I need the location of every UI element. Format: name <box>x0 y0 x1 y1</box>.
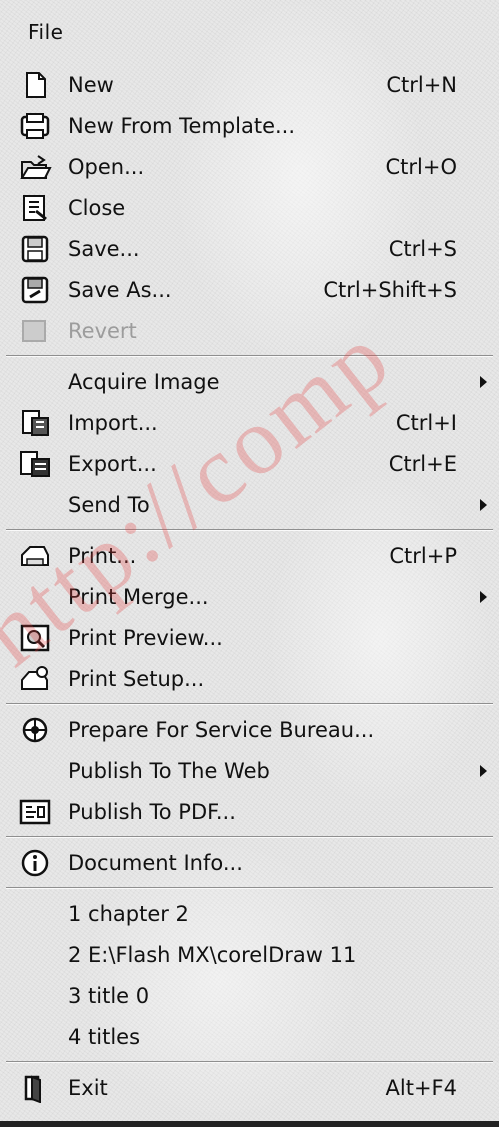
shortcut-label: Ctrl+Shift+S <box>323 277 457 302</box>
recent-file-3[interactable]: 3 title 0 <box>0 975 499 1016</box>
shortcut-label: Ctrl+E <box>388 451 457 476</box>
menu-item-label: 4 titles <box>68 1024 141 1049</box>
file-menu: New Ctrl+N New From Template... Open... … <box>0 64 499 1108</box>
menu-separator <box>0 1057 499 1067</box>
printer-icon <box>18 541 52 571</box>
save-icon <box>18 234 52 264</box>
revert-icon <box>18 316 52 346</box>
menu-item-label: 2 E:\Flash MX\corelDraw 11 <box>68 942 357 967</box>
menu-item-label: 3 title 0 <box>68 983 150 1008</box>
menu-item-label: Close <box>68 195 126 220</box>
menu-title-file[interactable]: File <box>28 20 63 44</box>
menu-item-label: Import... <box>68 410 158 435</box>
bottom-edge <box>0 1121 499 1127</box>
recent-file-1[interactable]: 1 chapter 2 <box>0 893 499 934</box>
menu-item-label: Publish To PDF... <box>68 799 236 824</box>
print-preview-icon <box>18 623 52 653</box>
menu-item-exit[interactable]: Exit Alt+F4 <box>0 1067 499 1108</box>
menu-item-document-info[interactable]: Document Info... <box>0 842 499 883</box>
close-document-icon <box>18 193 52 223</box>
template-icon <box>18 111 52 141</box>
menu-separator <box>0 832 499 842</box>
save-as-icon <box>18 275 52 305</box>
menu-item-publish-to-pdf[interactable]: Publish To PDF... <box>0 791 499 832</box>
menu-separator <box>0 883 499 893</box>
menu-item-label: Save... <box>68 236 140 261</box>
shortcut-label: Ctrl+O <box>385 154 458 179</box>
menu-item-label: Print Setup... <box>68 666 205 691</box>
menu-item-label: Print Preview... <box>68 625 223 650</box>
menu-item-label: Publish To The Web <box>68 758 270 783</box>
menu-item-label: 1 chapter 2 <box>68 901 189 926</box>
menu-separator <box>0 525 499 535</box>
menu-separator <box>0 699 499 709</box>
menu-item-acquire-image[interactable]: Acquire Image <box>0 361 499 402</box>
menu-item-label: Acquire Image <box>68 369 220 394</box>
recent-file-2[interactable]: 2 E:\Flash MX\corelDraw 11 <box>0 934 499 975</box>
info-icon <box>18 848 52 878</box>
shortcut-label: Ctrl+S <box>388 236 457 261</box>
menu-item-import[interactable]: Import... Ctrl+I <box>0 402 499 443</box>
menu-item-label: Prepare For Service Bureau... <box>68 717 375 742</box>
menu-item-revert: Revert <box>0 310 499 351</box>
menu-item-label: Document Info... <box>68 850 243 875</box>
recent-file-4[interactable]: 4 titles <box>0 1016 499 1057</box>
pdf-icon <box>18 797 52 827</box>
submenu-arrow-icon <box>480 498 487 511</box>
menu-item-label: Print Merge... <box>68 584 209 609</box>
menu-item-print[interactable]: Print... Ctrl+P <box>0 535 499 576</box>
submenu-arrow-icon <box>480 375 487 388</box>
menu-item-close[interactable]: Close <box>0 187 499 228</box>
menu-item-print-preview[interactable]: Print Preview... <box>0 617 499 658</box>
menu-item-publish-to-the-web[interactable]: Publish To The Web <box>0 750 499 791</box>
menu-item-label: Export... <box>68 451 157 476</box>
menu-item-open[interactable]: Open... Ctrl+O <box>0 146 499 187</box>
menu-separator <box>0 351 499 361</box>
menu-item-label: Send To <box>68 492 150 517</box>
menu-item-send-to[interactable]: Send To <box>0 484 499 525</box>
shortcut-label: Ctrl+N <box>386 72 457 97</box>
menu-item-label: Save As... <box>68 277 172 302</box>
menu-item-prepare-for-service-bureau[interactable]: Prepare For Service Bureau... <box>0 709 499 750</box>
menu-item-save-as[interactable]: Save As... Ctrl+Shift+S <box>0 269 499 310</box>
submenu-arrow-icon <box>480 590 487 603</box>
menu-item-new-from-template[interactable]: New From Template... <box>0 105 499 146</box>
print-setup-icon <box>18 664 52 694</box>
menu-item-label: Open... <box>68 154 145 179</box>
menu-item-new[interactable]: New Ctrl+N <box>0 64 499 105</box>
export-icon <box>18 449 52 479</box>
menu-item-label: New From Template... <box>68 113 296 138</box>
menu-item-label: Print... <box>68 543 137 568</box>
shortcut-label: Ctrl+I <box>395 410 457 435</box>
new-document-icon <box>18 70 52 100</box>
menu-item-export[interactable]: Export... Ctrl+E <box>0 443 499 484</box>
menu-item-label: Revert <box>68 318 137 343</box>
menu-item-print-merge[interactable]: Print Merge... <box>0 576 499 617</box>
import-icon <box>18 408 52 438</box>
menu-item-label: New <box>68 72 114 97</box>
service-bureau-icon <box>18 715 52 745</box>
shortcut-label: Alt+F4 <box>385 1075 457 1100</box>
shortcut-label: Ctrl+P <box>389 543 457 568</box>
exit-icon <box>18 1073 52 1103</box>
open-folder-icon <box>18 152 52 182</box>
menu-item-save[interactable]: Save... Ctrl+S <box>0 228 499 269</box>
menu-item-print-setup[interactable]: Print Setup... <box>0 658 499 699</box>
menu-item-label: Exit <box>68 1075 108 1100</box>
submenu-arrow-icon <box>480 764 487 777</box>
